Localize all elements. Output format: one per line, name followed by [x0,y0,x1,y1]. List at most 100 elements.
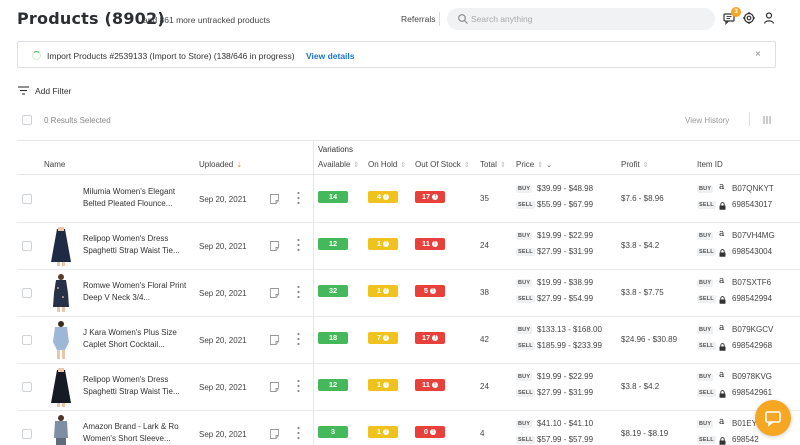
uploaded-date: Sep 20, 2021 [199,195,247,204]
note-icon[interactable] [270,429,279,439]
available-badge[interactable]: 32 [318,285,348,297]
store-item-id[interactable]: 698543004 [732,247,772,256]
product-thumbnail[interactable] [47,320,75,360]
more-vertical-icon[interactable] [297,379,300,393]
available-badge[interactable]: 12 [318,238,348,250]
out-of-stock-badge[interactable]: 17 [415,332,445,344]
amazon-icon[interactable]: a [719,229,724,239]
note-icon[interactable] [270,382,279,392]
chevron-down-icon[interactable]: ⌄ [546,162,552,169]
amazon-icon[interactable]: a [719,182,724,192]
row-checkbox[interactable] [22,382,32,392]
note-icon[interactable] [270,335,279,345]
more-vertical-icon[interactable] [297,285,300,299]
column-header-price[interactable]: Price ⇕ ⌄ [516,160,552,169]
referrals-link[interactable]: Referrals [401,14,435,24]
on-hold-badge[interactable]: 1 [368,285,398,297]
available-badge[interactable]: 18 [318,332,348,344]
sort-icon[interactable]: ⇕ [537,162,543,169]
product-name[interactable]: J Kara Women's Plus Size Caplet Short Co… [83,327,195,351]
sort-icon[interactable]: ⇕ [643,162,649,169]
table-row[interactable]: Relipop Women's Dress Spaghetti Strap Wa… [0,222,800,270]
column-header-out-of-stock[interactable]: Out Of Stock ⇕ [415,160,470,169]
available-badge[interactable]: 12 [318,379,348,391]
view-details-link[interactable]: View details [306,51,355,61]
table-row[interactable]: Romwe Women's Floral Print Deep V Neck 3… [0,269,800,317]
sort-icon[interactable]: ⇣ [236,162,242,169]
note-icon[interactable] [270,194,279,204]
product-name[interactable]: Relipop Women's Dress Spaghetti Strap Wa… [83,374,195,398]
amazon-icon[interactable]: a [719,276,724,286]
out-of-stock-badge[interactable]: 0 [415,426,445,438]
note-icon[interactable] [270,241,279,251]
source-item-id[interactable]: B07VH4MG [732,231,775,240]
table-row[interactable]: Milumia Women's Elegant Belted Pleated F… [0,175,800,223]
available-badge[interactable]: 3 [318,426,348,438]
more-vertical-icon[interactable] [297,332,300,346]
row-checkbox[interactable] [22,335,32,345]
view-history-button[interactable]: View History [685,116,729,125]
select-all-checkbox[interactable] [22,115,32,125]
out-of-stock-badge[interactable]: 17 [415,191,445,203]
product-thumbnail[interactable] [47,273,75,313]
sort-icon[interactable]: ⇕ [464,162,470,169]
product-thumbnail[interactable] [47,367,75,407]
sort-icon[interactable]: ⇕ [353,162,359,169]
table-row[interactable]: Amazon Brand - Lark & Ro Women's Short S… [0,410,800,445]
source-item-id[interactable]: B07SXTF6 [732,278,771,287]
store-item-id[interactable]: 698542 [732,435,759,444]
on-hold-badge[interactable]: 1 [368,238,398,250]
sort-icon[interactable]: ⇕ [400,162,406,169]
source-item-id[interactable]: B0978KVG [732,372,772,381]
product-thumbnail[interactable] [47,226,75,266]
out-of-stock-badge[interactable]: 11 [415,379,445,391]
store-item-id[interactable]: 698542994 [732,294,772,303]
note-icon[interactable] [270,288,279,298]
sort-icon[interactable]: ⇕ [500,162,506,169]
out-of-stock-badge[interactable]: 11 [415,238,445,250]
out-of-stock-badge[interactable]: 5 [415,285,445,297]
row-checkbox[interactable] [22,288,32,298]
filter-icon[interactable] [18,86,29,95]
more-vertical-icon[interactable] [297,191,300,205]
close-icon[interactable]: × [755,49,761,60]
row-checkbox[interactable] [22,429,32,439]
product-name[interactable]: Milumia Women's Elegant Belted Pleated F… [83,186,195,210]
add-filter-button[interactable]: Add Filter [35,86,71,96]
amazon-icon[interactable]: a [719,417,724,427]
column-header-available[interactable]: Available ⇕ [318,160,359,169]
sell-price: $57.99 - $57.99 [537,435,594,444]
table-row[interactable]: J Kara Women's Plus Size Caplet Short Co… [0,316,800,364]
amazon-icon[interactable]: a [719,370,724,380]
settings-icon[interactable] [742,11,756,25]
source-item-id[interactable]: B079KGCV [732,325,773,334]
column-header-total[interactable]: Total ⇕ [480,160,506,169]
support-chat-button[interactable] [755,400,791,436]
column-header-profit[interactable]: Profit ⇕ [621,160,649,169]
row-checkbox[interactable] [22,241,32,251]
product-name[interactable]: Romwe Women's Floral Print Deep V Neck 3… [83,280,195,304]
store-item-id[interactable]: 698542961 [732,388,772,397]
more-vertical-icon[interactable] [297,238,300,252]
on-hold-badge[interactable]: 1 [368,426,398,438]
available-badge[interactable]: 14 [318,191,348,203]
source-item-id[interactable]: B07QNKYT [732,184,774,193]
column-header-on-hold[interactable]: On Hold ⇕ [368,160,406,169]
table-row[interactable]: Relipop Women's Dress Spaghetti Strap Wa… [0,363,800,411]
row-checkbox[interactable] [22,194,32,204]
search-input[interactable]: Search anything [447,8,715,30]
user-icon[interactable] [762,11,776,25]
on-hold-badge[interactable]: 1 [368,379,398,391]
on-hold-badge[interactable]: 4 [368,191,398,203]
product-name[interactable]: Amazon Brand - Lark & Ro Women's Short S… [83,421,195,445]
store-item-id[interactable]: 698542968 [732,341,772,350]
columns-icon[interactable] [763,116,771,124]
on-hold-badge[interactable]: 7 [368,332,398,344]
store-item-id[interactable]: 698543017 [732,200,772,209]
more-vertical-icon[interactable] [297,426,300,440]
source-item-id[interactable]: B01EY [732,419,757,428]
column-header-uploaded[interactable]: Uploaded ⇣ [199,160,242,169]
product-name[interactable]: Relipop Women's Dress Spaghetti Strap Wa… [83,233,195,257]
product-thumbnail[interactable] [47,414,75,445]
amazon-icon[interactable]: a [719,323,724,333]
